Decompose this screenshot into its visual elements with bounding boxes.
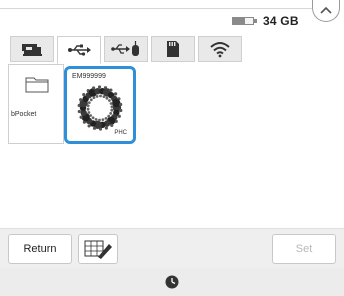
tab-machine-memory[interactable]	[10, 36, 54, 62]
bottom-toolbar: Return Set	[0, 228, 344, 268]
folder-icon	[25, 77, 49, 93]
tab-sd-card[interactable]	[151, 36, 195, 62]
embroidery-file-item[interactable]: EM999999 PHC	[64, 66, 136, 144]
folder-label: bPocket	[11, 111, 37, 118]
storage-bar-tip	[254, 19, 257, 23]
clock-icon	[165, 275, 179, 289]
embroidery-file-name: EM999999	[72, 73, 106, 80]
sd-card-icon	[167, 41, 179, 57]
folder-item[interactable]: bPocket	[8, 64, 64, 144]
return-button[interactable]: Return	[8, 234, 72, 264]
tab-usb[interactable]	[57, 36, 101, 64]
set-button[interactable]: Set	[272, 234, 336, 264]
storage-indicator: 34 GB	[232, 14, 299, 28]
tab-usb-device[interactable]	[104, 36, 148, 62]
embroidery-machine-icon	[22, 44, 42, 56]
status-strip	[0, 268, 344, 296]
usb-icon	[68, 44, 91, 56]
collapse-button[interactable]	[312, 0, 340, 22]
storage-free-text: 34 GB	[263, 14, 299, 28]
embroidery-file-type: PHC	[114, 130, 127, 136]
edit-pattern-button[interactable]	[78, 234, 118, 264]
file-list: bPocket EM999999 PHC	[8, 64, 336, 204]
tab-wireless[interactable]	[198, 36, 242, 62]
chevron-up-icon	[320, 6, 332, 14]
storage-bar-fill	[233, 18, 245, 24]
wifi-icon	[210, 42, 230, 58]
storage-bar	[232, 17, 254, 25]
file-selection-screen: 34 GB bPocket EM999999 PHC Return Set	[0, 0, 344, 296]
edit-pattern-icon	[84, 240, 112, 259]
wreath-pattern-preview	[77, 85, 123, 131]
usb-mouse-icon	[111, 41, 139, 56]
source-tabs	[10, 36, 242, 64]
header-divider	[0, 8, 312, 9]
